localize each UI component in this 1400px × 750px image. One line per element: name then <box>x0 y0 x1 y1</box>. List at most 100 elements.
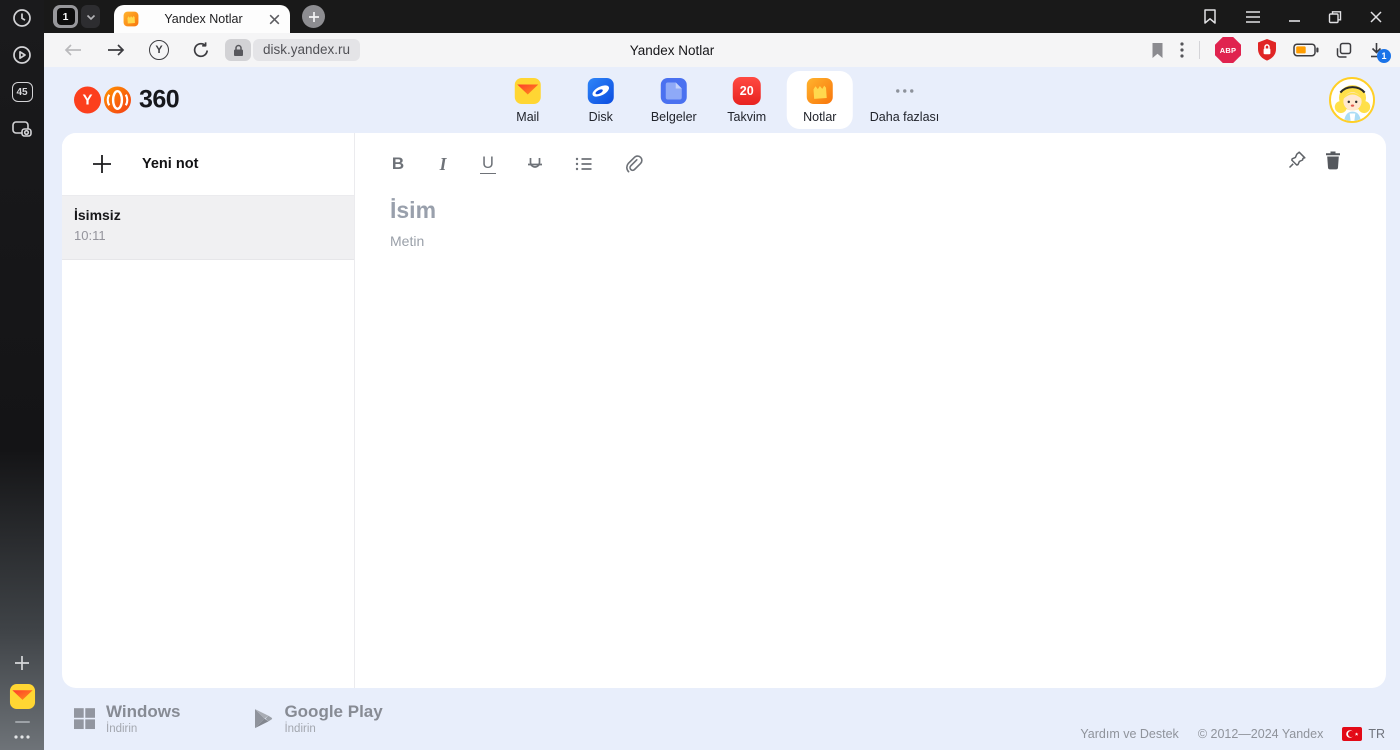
delete-note-icon[interactable] <box>1324 150 1342 170</box>
tab-panels-icon[interactable] <box>1334 41 1353 60</box>
notes-icon <box>806 78 833 104</box>
refresh-icon[interactable] <box>192 41 210 59</box>
tab-group-chip[interactable]: 1 <box>53 5 78 28</box>
format-toolbar: B I U <box>390 148 1342 180</box>
pin-note-icon[interactable] <box>1287 150 1307 170</box>
yandex-logo-icon: Y <box>74 86 101 114</box>
nav-label-more: Daha fazlası <box>869 110 940 124</box>
plus-icon <box>93 155 111 173</box>
nav-label-notes: Notlar <box>803 110 837 124</box>
notes-favicon <box>123 11 139 27</box>
tab-count-label: 45 <box>16 86 28 98</box>
calendar-day-number: 20 <box>739 84 754 98</box>
italic-button[interactable]: I <box>435 154 451 175</box>
note-item-title: İsimsiz <box>74 207 121 223</box>
calendar-icon: 20 <box>732 77 761 105</box>
nav-label-documents: Belgeler <box>650 110 697 124</box>
windows-subtitle: İndirin <box>106 722 138 735</box>
windows-download-link[interactable]: Windows İndirin <box>74 703 180 735</box>
nav-item-more[interactable]: Daha fazlası <box>860 71 949 129</box>
services-nav: Mail Disk Belgeler 20 Takvim Notlar Daha… <box>495 67 949 133</box>
adblock-plus-icon[interactable]: ABP <box>1215 37 1241 63</box>
browser-toolbar: Y disk.yandex.ru Yandex Notlar ABP 1 <box>44 33 1400 67</box>
mail-icon <box>514 78 541 104</box>
avatar-image <box>1331 79 1373 121</box>
bold-button[interactable]: B <box>390 154 406 174</box>
attach-button[interactable] <box>623 154 643 174</box>
gplay-download-link[interactable]: Google Play İndirin <box>253 702 383 735</box>
active-tab[interactable]: Yandex Notlar <box>114 5 290 33</box>
logo-360-icon <box>104 86 131 114</box>
browser-tab-bar: 1 Yandex Notlar <box>44 0 1400 33</box>
nav-label-mail: Mail <box>516 110 540 124</box>
new-note-label: Yeni not <box>142 156 199 172</box>
strikethrough-icon <box>528 158 542 168</box>
plus-icon <box>308 11 319 22</box>
tab-close-icon[interactable] <box>268 13 281 26</box>
yandex-mail-app-icon[interactable] <box>9 683 36 710</box>
note-editor: B I U İsim Metin <box>355 133 1386 688</box>
note-list-item[interactable]: İsimsiz 10:11 <box>62 196 354 260</box>
nav-label-disk: Disk <box>588 110 613 124</box>
chevron-down-icon <box>86 14 95 20</box>
extensions-menu-icon[interactable] <box>1180 42 1184 58</box>
back-icon[interactable] <box>63 42 83 58</box>
tab-count-badge[interactable]: 45 <box>11 82 33 102</box>
bookmark-icon[interactable] <box>1150 42 1165 59</box>
close-window-icon[interactable] <box>1369 10 1383 24</box>
yandex360-header: Y 360 Mail Disk Belgeler 20 Takvim Notla… <box>44 67 1400 133</box>
forward-icon[interactable] <box>106 42 126 58</box>
nav-item-calendar[interactable]: 20 Takvim <box>714 71 780 129</box>
yandex-home-icon[interactable]: Y <box>149 40 169 60</box>
history-clock-icon[interactable] <box>12 8 32 28</box>
page-content: Y 360 Mail Disk Belgeler 20 Takvim Notla… <box>44 67 1400 750</box>
nav-label-calendar: Takvim <box>727 110 767 124</box>
toolbar-separator <box>1199 41 1200 59</box>
side-panel-icon[interactable] <box>1202 8 1218 25</box>
video-play-icon[interactable] <box>12 45 32 65</box>
more-dots-icon <box>894 77 914 105</box>
sidebar-more-icon[interactable] <box>13 734 31 740</box>
restore-window-icon[interactable] <box>1328 10 1342 24</box>
downloads-button[interactable]: 1 <box>1368 41 1391 63</box>
tab-group-expand[interactable] <box>81 5 100 28</box>
user-avatar[interactable] <box>1329 77 1375 123</box>
tab-group-count: 1 <box>62 10 69 23</box>
nav-item-notes[interactable]: Notlar <box>786 71 853 129</box>
address-bar[interactable]: disk.yandex.ru <box>225 39 361 61</box>
language-selector[interactable]: TR <box>1342 727 1385 741</box>
screenshot-icon[interactable] <box>11 119 33 139</box>
google-play-icon <box>255 709 273 729</box>
tab-group-control[interactable]: 1 <box>53 5 100 28</box>
nav-item-disk[interactable]: Disk <box>568 71 634 129</box>
sidebar-divider <box>14 721 30 723</box>
bullet-list-icon <box>575 157 592 171</box>
copyright-text: © 2012—2024 Yandex <box>1197 727 1324 741</box>
new-note-button[interactable]: Yeni not <box>62 133 354 196</box>
yandex360-logo[interactable]: Y 360 <box>74 86 180 115</box>
note-body-input[interactable]: Metin <box>390 233 1342 249</box>
notes-app-card: Yeni not İsimsiz 10:11 B I U İsim Metin <box>62 133 1386 688</box>
nav-item-documents[interactable]: Belgeler <box>641 71 707 129</box>
gplay-title: Google Play <box>284 702 383 722</box>
abp-label: ABP <box>1219 45 1237 55</box>
note-title-input[interactable]: İsim <box>390 197 1342 224</box>
url-text[interactable]: disk.yandex.ru <box>253 39 361 61</box>
windows-icon <box>74 708 95 730</box>
nav-item-mail[interactable]: Mail <box>495 71 561 129</box>
gplay-subtitle: İndirin <box>284 722 316 735</box>
protect-shield-icon[interactable] <box>1256 38 1278 62</box>
notes-list-panel: Yeni not İsimsiz 10:11 <box>62 133 355 688</box>
underline-button[interactable]: U <box>480 154 496 174</box>
bullet-list-button[interactable] <box>574 155 594 173</box>
ssl-lock-icon[interactable] <box>225 39 251 61</box>
minimize-icon[interactable] <box>1288 10 1301 23</box>
browser-sidebar: 45 <box>0 0 44 750</box>
new-tab-button[interactable] <box>302 5 325 28</box>
help-support-link[interactable]: Yardım ve Destek <box>1080 727 1178 741</box>
sidebar-add-icon[interactable] <box>13 654 31 672</box>
menu-icon[interactable] <box>1245 10 1261 24</box>
battery-icon[interactable] <box>1293 43 1319 57</box>
strikethrough-button[interactable] <box>525 154 545 174</box>
paperclip-icon <box>626 155 643 173</box>
